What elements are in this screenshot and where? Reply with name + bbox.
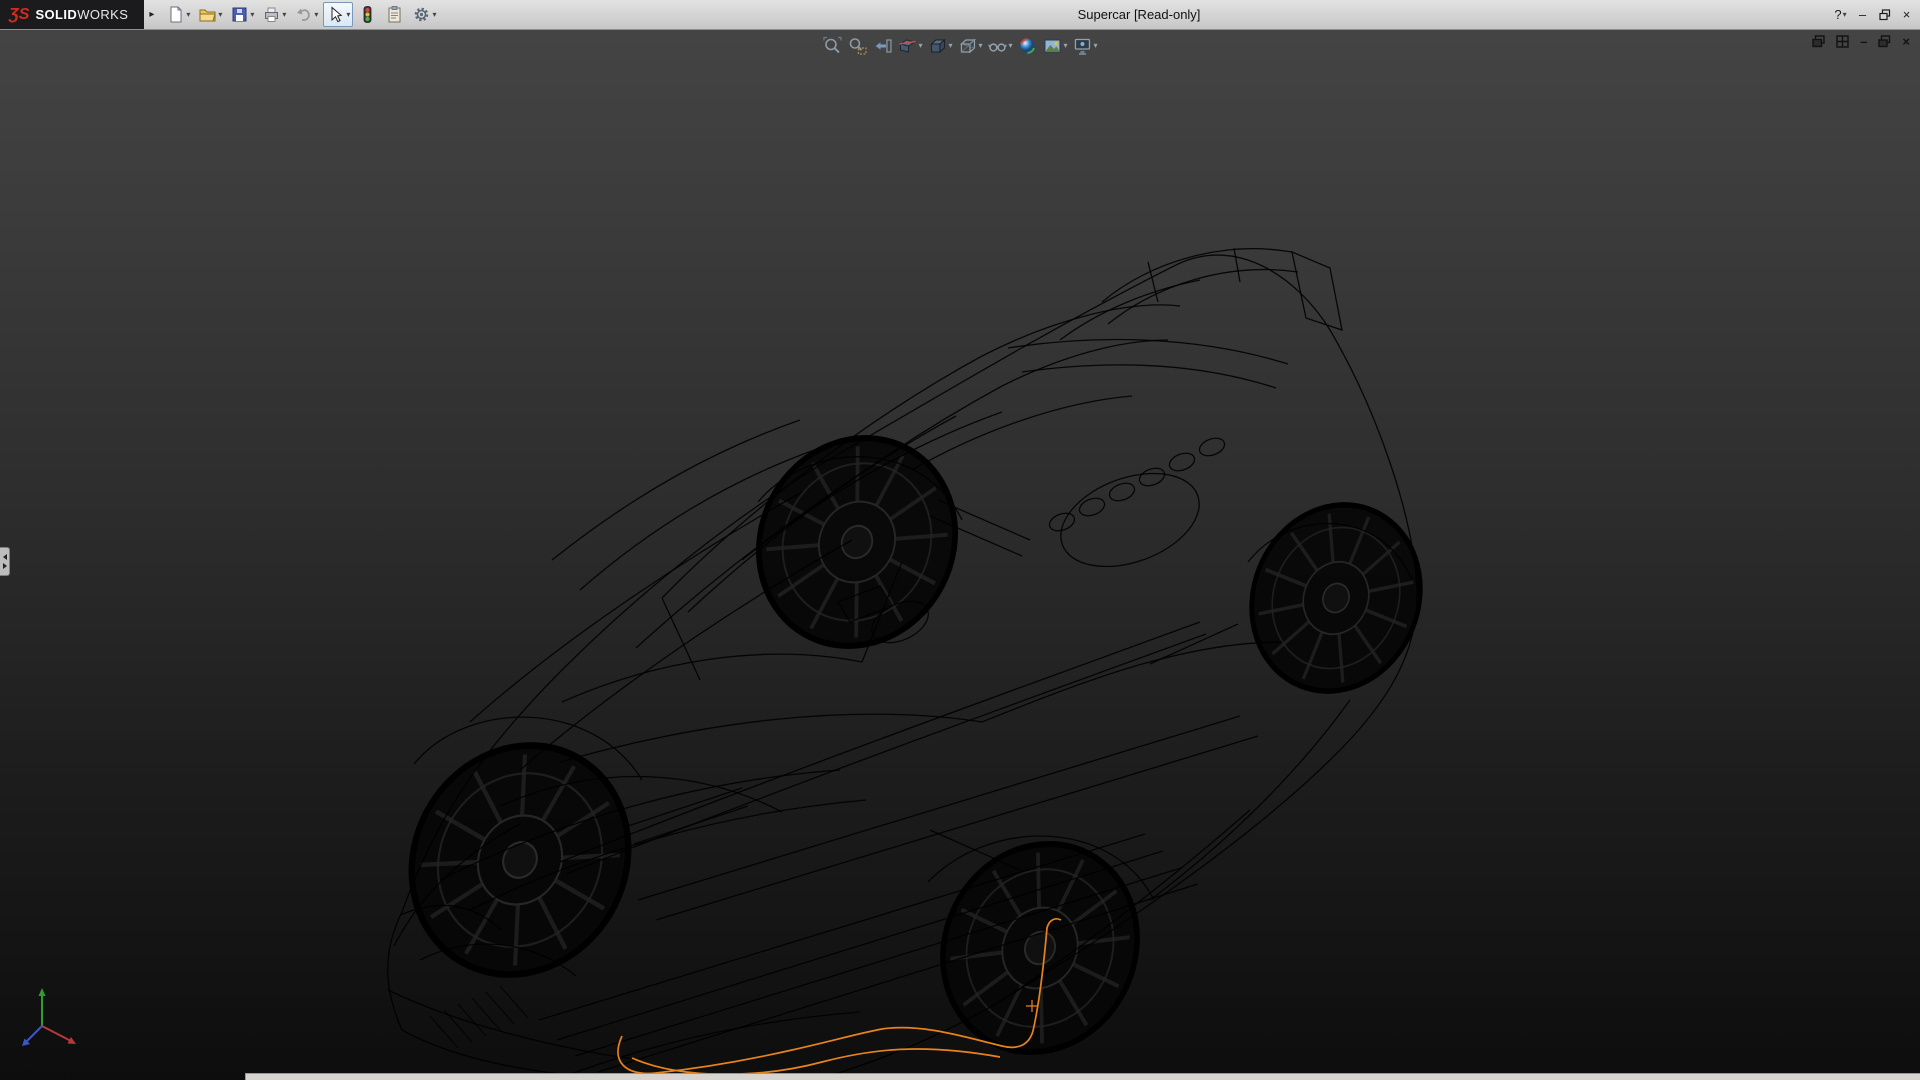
print-icon [262, 5, 281, 24]
help-button[interactable]: ? ▾ [1833, 8, 1848, 21]
select-cursor-icon [326, 5, 345, 24]
brand-text-solid: SOLID [35, 7, 77, 22]
open-folder-icon [198, 5, 217, 24]
zoom-to-area-button[interactable] [845, 35, 869, 57]
open-document-button[interactable]: ▾ [195, 2, 225, 27]
cascade-windows-button[interactable] [1812, 35, 1825, 48]
solidworks-window: ƷS SOLIDWORKS ▸ ▾ ▾ [0, 0, 1920, 1080]
dropdown-caret-icon[interactable]: ▾ [346, 11, 350, 19]
print-button[interactable]: ▾ [259, 2, 289, 27]
triad-z-axis[interactable] [26, 1026, 42, 1042]
tile-windows-icon [1836, 35, 1849, 48]
zoom-to-area-icon [847, 36, 867, 56]
close-button[interactable]: × [1899, 8, 1914, 21]
view-orientation-label: *Dimetric [16, 1068, 77, 1080]
restore-icon [1879, 9, 1891, 21]
wheels [370, 403, 1448, 1080]
feature-manager-splitter[interactable] [0, 547, 10, 576]
dropdown-caret-icon: ▾ [1843, 11, 1847, 19]
titlebar: ƷS SOLIDWORKS ▸ ▾ ▾ [0, 0, 1920, 30]
save-icon [230, 5, 249, 24]
previous-view-button[interactable] [870, 35, 894, 57]
display-style-icon [957, 36, 977, 56]
dropdown-caret-icon[interactable]: ▾ [1009, 42, 1013, 50]
rebuild-traffic-light-icon [358, 5, 377, 24]
view-orientation-cube-icon [927, 36, 947, 56]
dropdown-caret-icon[interactable]: ▾ [1094, 42, 1098, 50]
dropdown-caret-icon[interactable]: ▾ [918, 42, 922, 50]
dropdown-caret-icon[interactable]: ▾ [218, 11, 222, 19]
orientation-triad[interactable] [16, 986, 86, 1050]
main-toolbar: ▾ ▾ ▾ [163, 2, 439, 27]
edit-appearance-sphere-icon [1018, 36, 1038, 56]
solidworks-logo: ƷS SOLIDWORKS [0, 0, 144, 29]
zoom-to-fit-button[interactable] [820, 35, 844, 57]
heads-up-toolbar: ▾ ▾ ▾ [820, 35, 1099, 57]
dropdown-caret-icon[interactable]: ▾ [1064, 42, 1068, 50]
previous-view-icon [872, 36, 892, 56]
view-orientation-button[interactable]: ▾ [925, 35, 954, 57]
minimize-document-button[interactable]: – [1860, 35, 1867, 48]
document-title: Supercar [Read-only] [1078, 0, 1201, 29]
hide-show-items-button[interactable]: ▾ [986, 35, 1015, 57]
section-view-button[interactable]: ▾ [895, 35, 924, 57]
zoom-to-fit-icon [822, 36, 842, 56]
dassault-logo-icon: ƷS [9, 6, 29, 24]
file-properties-icon [385, 5, 404, 24]
status-bar [245, 1073, 1920, 1080]
hide-show-glasses-icon [988, 36, 1008, 56]
close-document-button[interactable]: × [1902, 35, 1910, 48]
document-window-controls: – × [1812, 35, 1910, 48]
new-document-icon [166, 5, 185, 24]
triad-y-arrow-icon [39, 988, 46, 996]
dropdown-caret-icon[interactable]: ▾ [432, 11, 436, 19]
dropdown-caret-icon[interactable]: ▾ [314, 11, 318, 19]
view-settings-button[interactable]: ▾ [1071, 35, 1100, 57]
options-button[interactable]: ▾ [409, 2, 439, 27]
apply-scene-button[interactable]: ▾ [1041, 35, 1070, 57]
save-button[interactable]: ▾ [227, 2, 257, 27]
options-gear-icon [412, 5, 431, 24]
dropdown-caret-icon[interactable]: ▾ [948, 42, 952, 50]
select-tool-button[interactable]: ▾ [323, 2, 353, 27]
undo-button[interactable]: ▾ [291, 2, 321, 27]
edit-appearance-button[interactable] [1016, 35, 1040, 57]
brand-text-works: WORKS [77, 7, 128, 22]
view-settings-icon [1073, 36, 1093, 56]
window-controls: ? ▾ – × [1833, 0, 1914, 29]
dropdown-caret-icon[interactable]: ▾ [250, 11, 254, 19]
section-view-icon [897, 36, 917, 56]
expand-right-icon [3, 563, 7, 569]
rebuild-button[interactable] [355, 2, 380, 27]
menu-flyout-arrow[interactable]: ▸ [144, 9, 159, 20]
restore-document-icon [1878, 35, 1891, 48]
collapse-left-icon [3, 554, 7, 560]
dropdown-caret-icon[interactable]: ▾ [186, 11, 190, 19]
file-properties-button[interactable] [382, 2, 407, 27]
display-style-button[interactable]: ▾ [955, 35, 984, 57]
undo-icon [294, 5, 313, 24]
dropdown-caret-icon[interactable]: ▾ [282, 11, 286, 19]
tile-windows-button[interactable] [1836, 35, 1849, 48]
restore-button[interactable] [1877, 9, 1892, 21]
dropdown-caret-icon[interactable]: ▾ [978, 42, 982, 50]
cascade-windows-icon [1812, 35, 1825, 48]
triad-x-axis[interactable] [42, 1026, 71, 1041]
help-icon: ? [1834, 8, 1841, 21]
restore-document-button[interactable] [1878, 35, 1891, 48]
apply-scene-icon [1043, 36, 1063, 56]
supercar-wireframe-model[interactable] [0, 30, 1920, 1080]
minimize-button[interactable]: – [1855, 8, 1870, 21]
new-document-button[interactable]: ▾ [163, 2, 193, 27]
graphics-area[interactable]: ▾ ▾ ▾ [0, 30, 1920, 1080]
